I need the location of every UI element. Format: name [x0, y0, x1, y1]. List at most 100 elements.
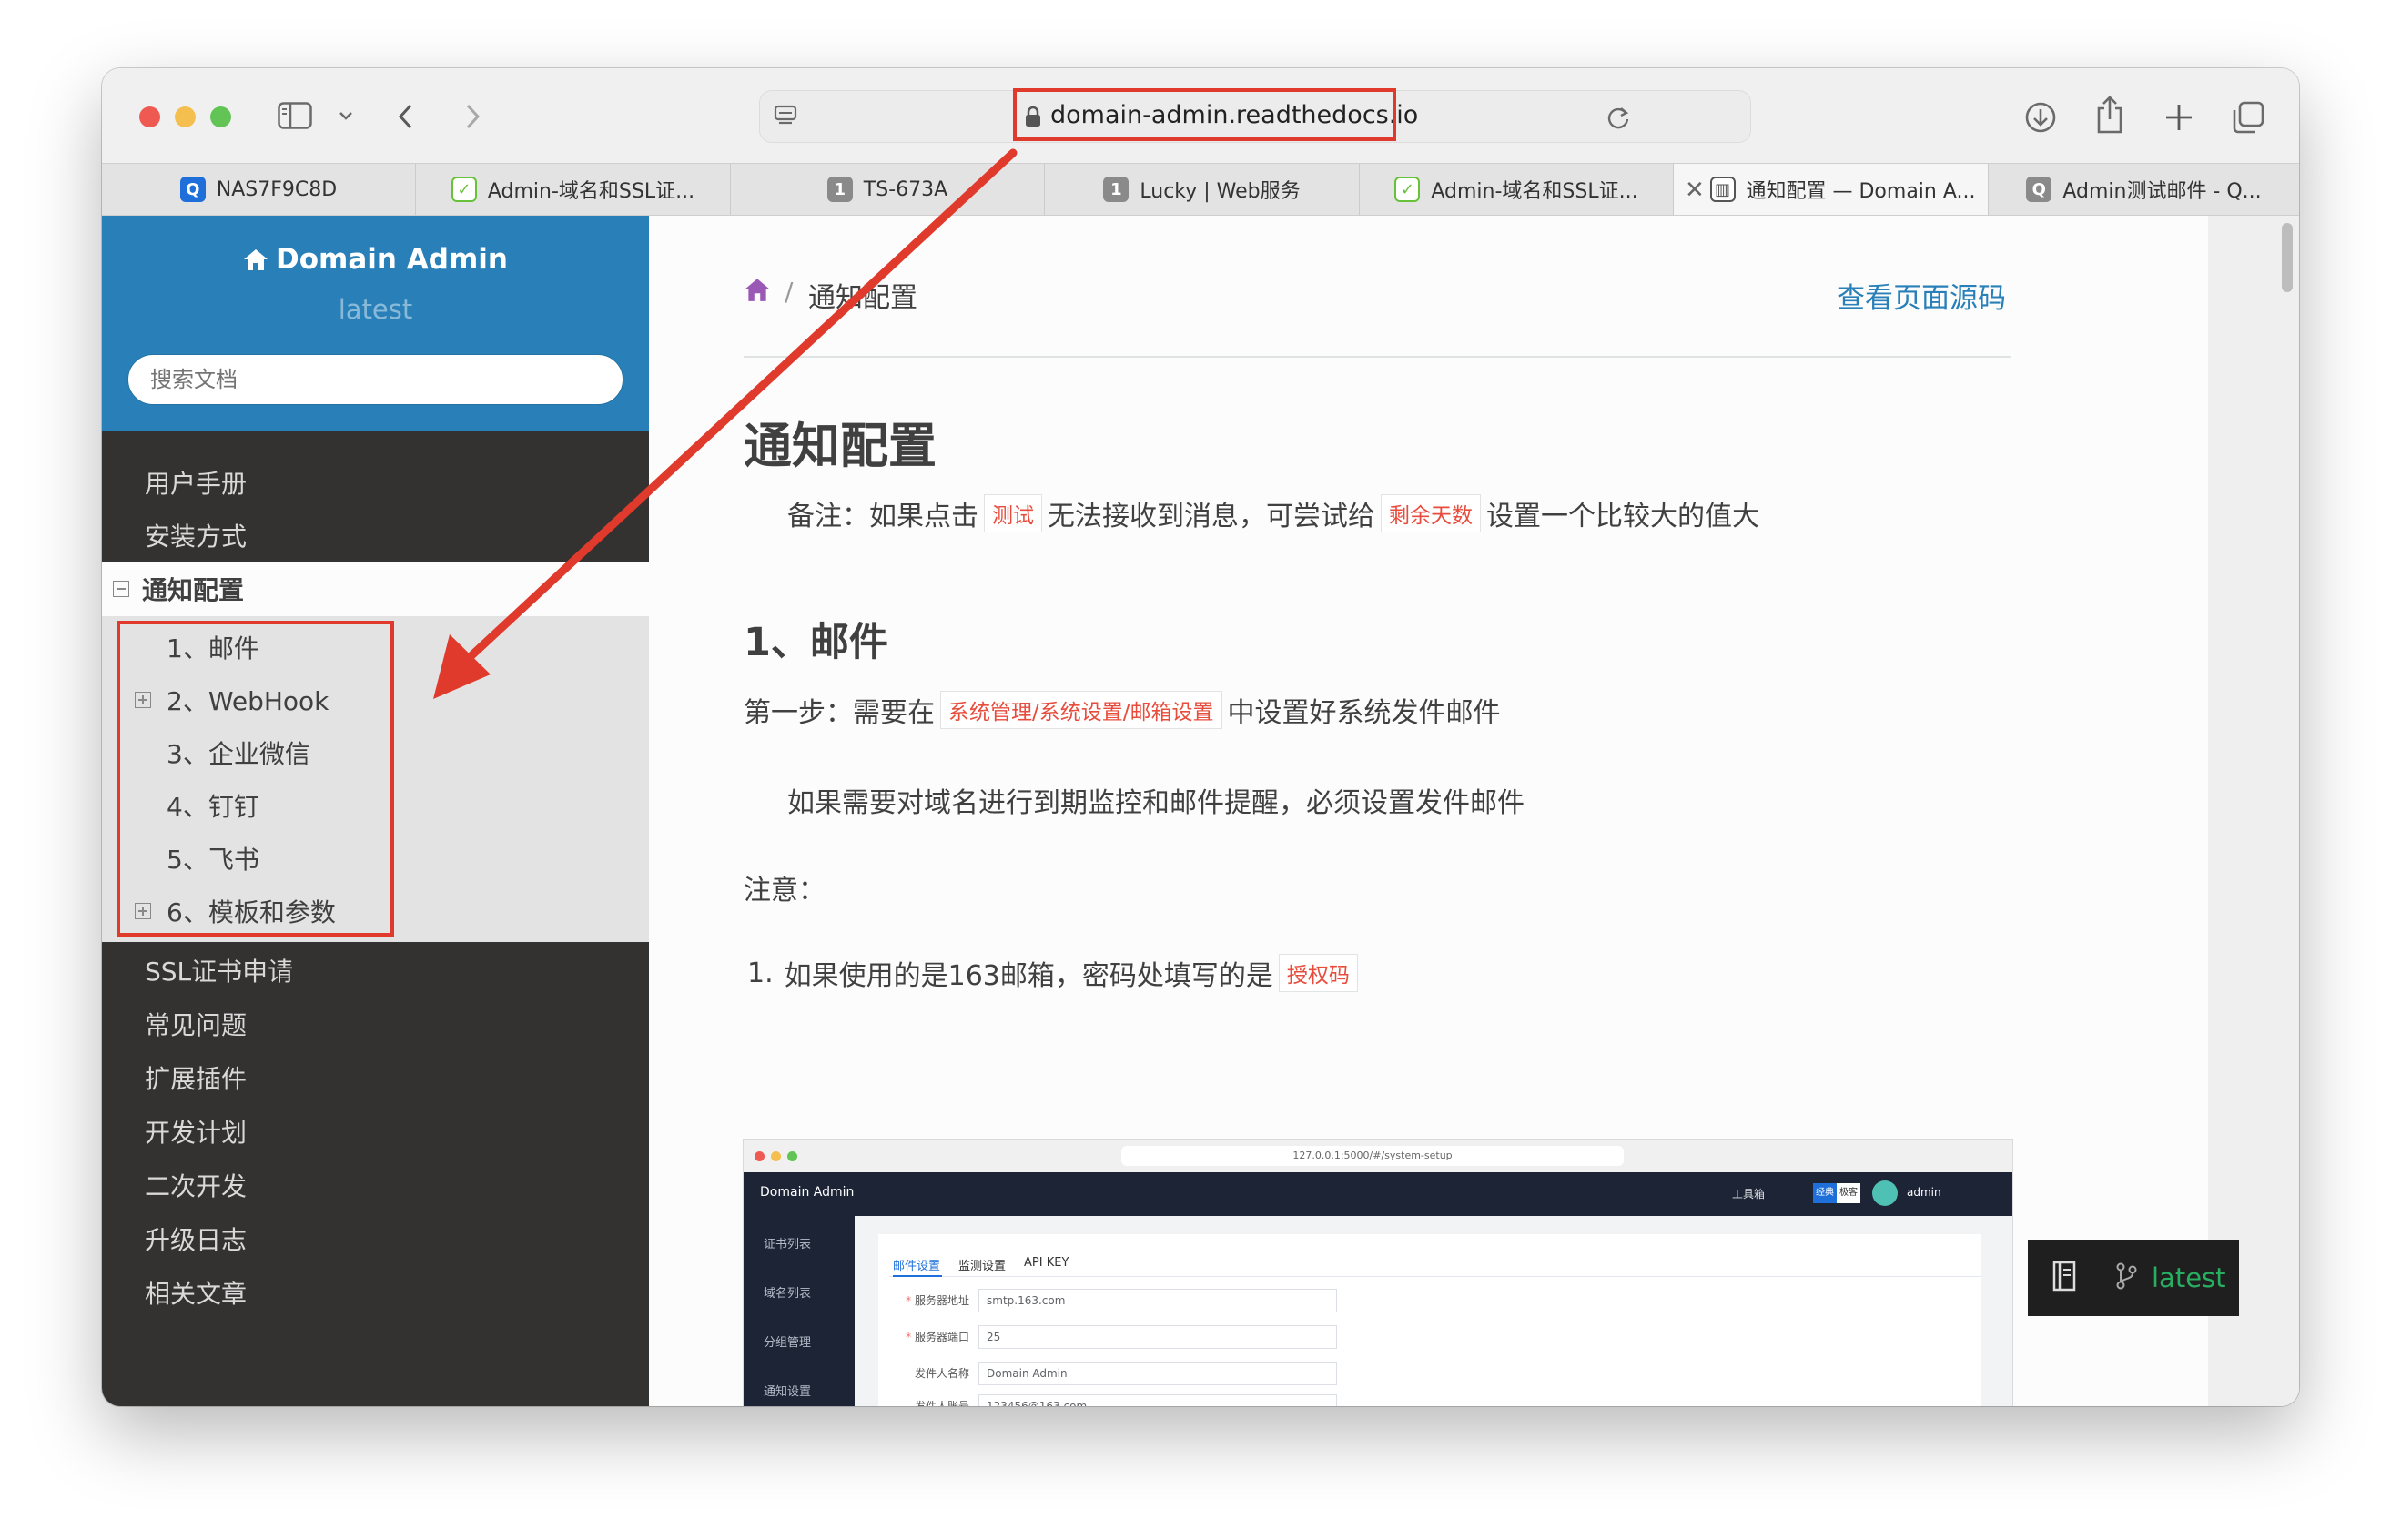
screenshot-field-label: * 服务器端口: [906, 1331, 969, 1343]
sidebar-version: latest: [338, 294, 413, 325]
chevron-down-icon[interactable]: [337, 106, 355, 125]
inline-code: 授权码: [1278, 954, 1358, 992]
book-icon: ▥: [1709, 177, 1736, 202]
tab-label: 通知配置 — Domain A...: [1746, 180, 1976, 203]
tab-admin-ssl-1[interactable]: ✓ Admin-域名和SSL证...: [416, 164, 731, 215]
close-window-button[interactable]: [139, 106, 160, 127]
notice-label: 注意：: [744, 875, 826, 907]
breadcrumb-current: 通知配置: [808, 282, 917, 314]
requirement-paragraph: 如果需要对域名进行到期监控和邮件提醒，必须设置发件邮件: [787, 787, 1525, 819]
tab-bar: Q NAS7F9C8D ✓ Admin-域名和SSL证... 1 TS-673A…: [102, 163, 2299, 216]
download-icon[interactable]: [2022, 99, 2059, 136]
note-paragraph: 备注：如果点击 测试 无法接收到消息，可尝试给 剩余天数 设置一个比较大的值大: [787, 493, 1759, 533]
annotation-highlight-address: [1013, 88, 1396, 141]
tab-nas[interactable]: Q NAS7F9C8D: [102, 164, 416, 215]
section-heading: 1、邮件: [744, 620, 888, 665]
embedded-screenshot: 127.0.0.1:5000/#/system-setup Domain Adm…: [744, 1140, 2012, 1406]
annotation-highlight-subitems: [117, 621, 394, 937]
nav-item-notification-config[interactable]: 通知配置: [102, 562, 649, 616]
tab-label: NAS7F9C8D: [216, 177, 338, 201]
screenshot-app-name: Domain Admin: [760, 1185, 855, 1200]
nav-item-user-manual[interactable]: 用户手册: [102, 456, 649, 509]
sidebar-toggle-icon[interactable]: [277, 101, 313, 130]
tab-label: Lucky | Web服务: [1140, 180, 1301, 203]
docs-sidebar: Domain Admin latest 用户手册 安装方式 通知配置 1、邮件 …: [102, 216, 649, 1406]
collapse-icon[interactable]: [113, 581, 129, 597]
tab-notification-config[interactable]: ✕ ▥ 通知配置 — Domain A...: [1674, 164, 1989, 215]
nav-item-development[interactable]: 二次开发: [102, 1159, 649, 1211]
tab-ts673a[interactable]: 1 TS-673A: [731, 164, 1045, 215]
screenshot-field-label: * 服务器地址: [906, 1294, 969, 1307]
screenshot-app-header: Domain Admin 工具箱 经典 极客 admin: [744, 1172, 2012, 1216]
tab-label: TS-673A: [863, 177, 948, 201]
search-input[interactable]: [127, 354, 623, 405]
page-menu-icon[interactable]: [772, 103, 799, 128]
home-icon: [243, 246, 268, 279]
screenshot-minimize-dot: [771, 1151, 781, 1161]
screenshot-field-input: 25: [978, 1325, 1337, 1349]
divider: [744, 356, 2011, 358]
screenshot-side-item: 证书列表: [764, 1238, 812, 1251]
screenshot-zoom-dot: [787, 1151, 797, 1161]
tab-label: Admin测试邮件 - Q...: [2062, 180, 2262, 203]
screenshot-field-input: Domain Admin: [978, 1362, 1337, 1385]
sidebar-brand[interactable]: Domain Admin: [102, 243, 649, 279]
back-icon[interactable]: [391, 101, 419, 132]
screenshot-tab-divider: [889, 1276, 1981, 1277]
screenshot-user: admin: [1907, 1186, 1941, 1199]
sidebar-header: Domain Admin latest: [102, 216, 649, 431]
screenshot-sidebar: 证书列表 域名列表 分组管理 通知设置: [744, 1216, 855, 1406]
browser-toolbar: domain-admin.readthedocs.io: [102, 68, 2299, 163]
tab-favicon-icon: Q: [179, 177, 206, 202]
reload-icon[interactable]: [1604, 103, 1633, 132]
home-icon[interactable]: [744, 277, 771, 306]
new-tab-icon[interactable]: [2161, 99, 2197, 136]
inline-code: 测试: [984, 494, 1042, 532]
screenshot-browser-bar: 127.0.0.1:5000/#/system-setup: [744, 1140, 2012, 1173]
screenshot-tab: 邮件设置: [893, 1260, 941, 1273]
screenshot-field-input: smtp.163.com: [978, 1289, 1337, 1312]
book-icon: [2051, 1261, 2077, 1295]
git-branch-icon: [2115, 1261, 2137, 1294]
forward-icon[interactable]: [460, 101, 487, 132]
tab-lucky[interactable]: 1 Lucky | Web服务: [1045, 164, 1360, 215]
screenshot-tab: API KEY: [1024, 1256, 1069, 1270]
nav-item-plugins[interactable]: 扩展插件: [102, 1051, 649, 1104]
tab-favicon-icon: 1: [826, 177, 853, 202]
nav-item-installation[interactable]: 安装方式: [102, 509, 649, 562]
version-switcher[interactable]: latest: [2028, 1240, 2239, 1316]
tab-label: Admin-域名和SSL证...: [1431, 180, 1638, 203]
screenshot-side-item: 域名列表: [764, 1287, 812, 1301]
nav-item-ssl[interactable]: SSL证书申请: [102, 944, 649, 997]
close-tab-icon[interactable]: ✕: [1685, 177, 1705, 204]
share-icon[interactable]: [2092, 94, 2128, 136]
minimize-window-button[interactable]: [175, 106, 196, 127]
step-paragraph: 第一步：需要在 系统管理/系统设置/邮箱设置 中设置好系统发件邮件: [744, 690, 1501, 730]
screenshot-close-dot: [755, 1151, 765, 1161]
screenshot-tab-indicator: [893, 1275, 942, 1277]
nav-item-roadmap[interactable]: 开发计划: [102, 1105, 649, 1158]
zoom-window-button[interactable]: [210, 106, 231, 127]
nav-item-faq[interactable]: 常见问题: [102, 998, 649, 1050]
nav-item-changelog[interactable]: 升级日志: [102, 1212, 649, 1265]
page-title: 通知配置: [744, 419, 937, 474]
screenshot-tab: 监测设置: [958, 1260, 1007, 1273]
scrollbar[interactable]: [2282, 223, 2293, 292]
breadcrumb-separator: /: [785, 277, 794, 307]
inline-code: 剩余天数: [1381, 494, 1481, 532]
screenshot-toolbox: 工具箱: [1732, 1188, 1766, 1201]
screenshot-field-label: 发件人名称: [914, 1367, 969, 1380]
screenshot-side-item: 分组管理: [764, 1336, 812, 1350]
screenshot-field-label: 发件人账号: [914, 1400, 969, 1406]
inline-code: 系统管理/系统设置/邮箱设置: [940, 691, 1222, 729]
docs-content: / 通知配置 查看页面源码 通知配置 备注：如果点击 测试 无法接收到消息，可尝…: [649, 216, 2299, 1406]
view-source-link[interactable]: 查看页面源码: [1837, 275, 2006, 316]
nav-item-articles[interactable]: 相关文章: [102, 1266, 649, 1319]
content-gutter: [2208, 216, 2299, 1406]
screenshot-side-item: 通知设置: [764, 1385, 812, 1399]
tab-admin-test-mail[interactable]: Q Admin测试邮件 - Q...: [1989, 164, 2299, 215]
tab-favicon-icon: Q: [2026, 177, 2052, 202]
tab-overview-icon[interactable]: [2230, 99, 2266, 136]
screenshot-mode-b: 极客: [1837, 1183, 1860, 1203]
tab-admin-ssl-2[interactable]: ✓ Admin-域名和SSL证...: [1360, 164, 1674, 215]
